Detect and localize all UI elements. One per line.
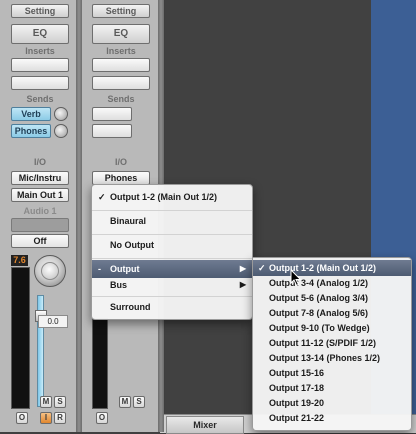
mixer-tab[interactable]: Mixer bbox=[166, 416, 244, 434]
menu-separator bbox=[92, 296, 252, 297]
submenu-item-output-13-14[interactable]: Output 13-14 (Phones 1/2) bbox=[253, 351, 411, 366]
menu-separator bbox=[92, 210, 252, 211]
input-monitor-button[interactable]: I bbox=[40, 412, 52, 424]
menu-item-output-1-2[interactable]: ✓ Output 1-2 (Main Out 1/2) bbox=[92, 188, 252, 206]
menu-item-binaural[interactable]: Binaural bbox=[92, 212, 252, 230]
menu-item-bus[interactable]: Bus ▶ bbox=[92, 276, 252, 294]
input-slot[interactable]: Mic/Instru bbox=[11, 171, 69, 185]
eq-button[interactable]: EQ bbox=[92, 24, 150, 44]
send-phones-button[interactable]: Phones bbox=[11, 124, 51, 138]
submenu-item-output-19-20[interactable]: Output 19-20 bbox=[253, 396, 411, 411]
submenu-item-output-9-10[interactable]: Output 9-10 (To Wedge) bbox=[253, 321, 411, 336]
output-slot[interactable]: Phones bbox=[92, 171, 150, 185]
inserts-label: Inserts bbox=[106, 46, 136, 56]
insert-slot-2[interactable] bbox=[92, 76, 150, 90]
mute-button[interactable]: M bbox=[119, 396, 131, 408]
pan-knob-center bbox=[41, 262, 59, 280]
track-name-label: Audio 1 bbox=[23, 206, 57, 216]
menu-item-label: Binaural bbox=[110, 216, 147, 226]
submenu-item-output-11-12[interactable]: Output 11-12 (S/PDIF 1/2) bbox=[253, 336, 411, 351]
submenu-item-output-7-8[interactable]: Output 7-8 (Analog 5/6) bbox=[253, 306, 411, 321]
send-slot-1[interactable] bbox=[92, 107, 132, 121]
submenu-item-output-15-16[interactable]: Output 15-16 bbox=[253, 366, 411, 381]
submenu-item-label: Output 1-2 (Main Out 1/2) bbox=[269, 263, 376, 273]
automation-mode-button[interactable]: Off bbox=[11, 234, 69, 248]
solo-button[interactable]: S bbox=[54, 396, 66, 408]
record-enable-button[interactable]: R bbox=[54, 412, 66, 424]
submenu-arrow-icon: ▶ bbox=[239, 280, 246, 289]
submenu-item-label: Output 21-22 bbox=[269, 413, 325, 423]
submenu-item-output-17-18[interactable]: Output 17-18 bbox=[253, 381, 411, 396]
menu-item-surround[interactable]: Surround bbox=[92, 298, 252, 316]
submenu-item-output-1-2[interactable]: ✓ Output 1-2 (Main Out 1/2) bbox=[253, 260, 411, 276]
level-meter bbox=[11, 267, 30, 409]
submenu-item-label: Output 17-18 bbox=[269, 383, 325, 393]
eq-button[interactable]: EQ bbox=[11, 24, 69, 44]
checkmark-icon: ✓ bbox=[258, 263, 266, 273]
setting-button[interactable]: Setting bbox=[11, 4, 69, 18]
bounce-button[interactable]: O bbox=[16, 412, 28, 424]
submenu-item-output-3-4[interactable]: Output 3-4 (Analog 1/2) bbox=[253, 276, 411, 291]
insert-slot-2[interactable] bbox=[11, 76, 69, 90]
peak-display: 7.6 bbox=[11, 255, 28, 266]
submenu-item-label: Output 19-20 bbox=[269, 398, 325, 408]
level-meter bbox=[92, 318, 108, 409]
sends-label: Sends bbox=[26, 94, 54, 104]
inserts-label: Inserts bbox=[25, 46, 55, 56]
submenu-item-label: Output 5-6 (Analog 3/4) bbox=[269, 293, 368, 303]
submenu-item-label: Output 7-8 (Analog 5/6) bbox=[269, 308, 368, 318]
output-menu: ✓ Output 1-2 (Main Out 1/2) Binaural No … bbox=[91, 184, 253, 320]
menu-item-label: Surround bbox=[110, 302, 151, 312]
group-slot[interactable] bbox=[11, 218, 69, 232]
submenu-item-label: Output 9-10 (To Wedge) bbox=[269, 323, 370, 333]
io-label: I/O bbox=[114, 157, 127, 167]
solo-button[interactable]: S bbox=[133, 396, 145, 408]
output-slot[interactable]: Main Out 1 bbox=[11, 188, 69, 202]
mouse-cursor-icon bbox=[290, 269, 302, 287]
menu-item-no-output[interactable]: No Output bbox=[92, 236, 252, 254]
io-label: I/O bbox=[33, 157, 46, 167]
volume-display[interactable]: 0.0 bbox=[38, 315, 68, 328]
submenu-item-output-5-6[interactable]: Output 5-6 (Analog 3/4) bbox=[253, 291, 411, 306]
checkmark-icon: ✓ bbox=[98, 192, 106, 202]
menu-item-label: No Output bbox=[110, 240, 154, 250]
menu-item-label: Bus bbox=[110, 280, 128, 290]
menu-separator bbox=[92, 258, 252, 259]
sends-label: Sends bbox=[107, 94, 135, 104]
insert-slot-1[interactable] bbox=[92, 58, 150, 72]
send-slot-2[interactable] bbox=[92, 124, 132, 138]
menu-item-label: Output 1-2 (Main Out 1/2) bbox=[110, 192, 217, 202]
insert-slot-1[interactable] bbox=[11, 58, 69, 72]
send-verb-button[interactable]: Verb bbox=[11, 107, 51, 121]
output-submenu: ✓ Output 1-2 (Main Out 1/2) Output 3-4 (… bbox=[252, 257, 412, 431]
submenu-item-label: Output 11-12 (S/PDIF 1/2) bbox=[269, 338, 377, 348]
submenu-item-output-21-22[interactable]: Output 21-22 bbox=[253, 411, 411, 426]
mute-button[interactable]: M bbox=[40, 396, 52, 408]
send-level-knob[interactable] bbox=[54, 124, 68, 138]
setting-button[interactable]: Setting bbox=[92, 4, 150, 18]
send-level-knob[interactable] bbox=[54, 107, 68, 121]
menu-separator bbox=[92, 234, 252, 235]
submenu-item-label: Output 3-4 (Analog 1/2) bbox=[269, 278, 368, 288]
bounce-button[interactable]: O bbox=[96, 412, 108, 424]
submenu-item-label: Output 13-14 (Phones 1/2) bbox=[269, 353, 381, 363]
submenu-item-label: Output 15-16 bbox=[269, 368, 325, 378]
